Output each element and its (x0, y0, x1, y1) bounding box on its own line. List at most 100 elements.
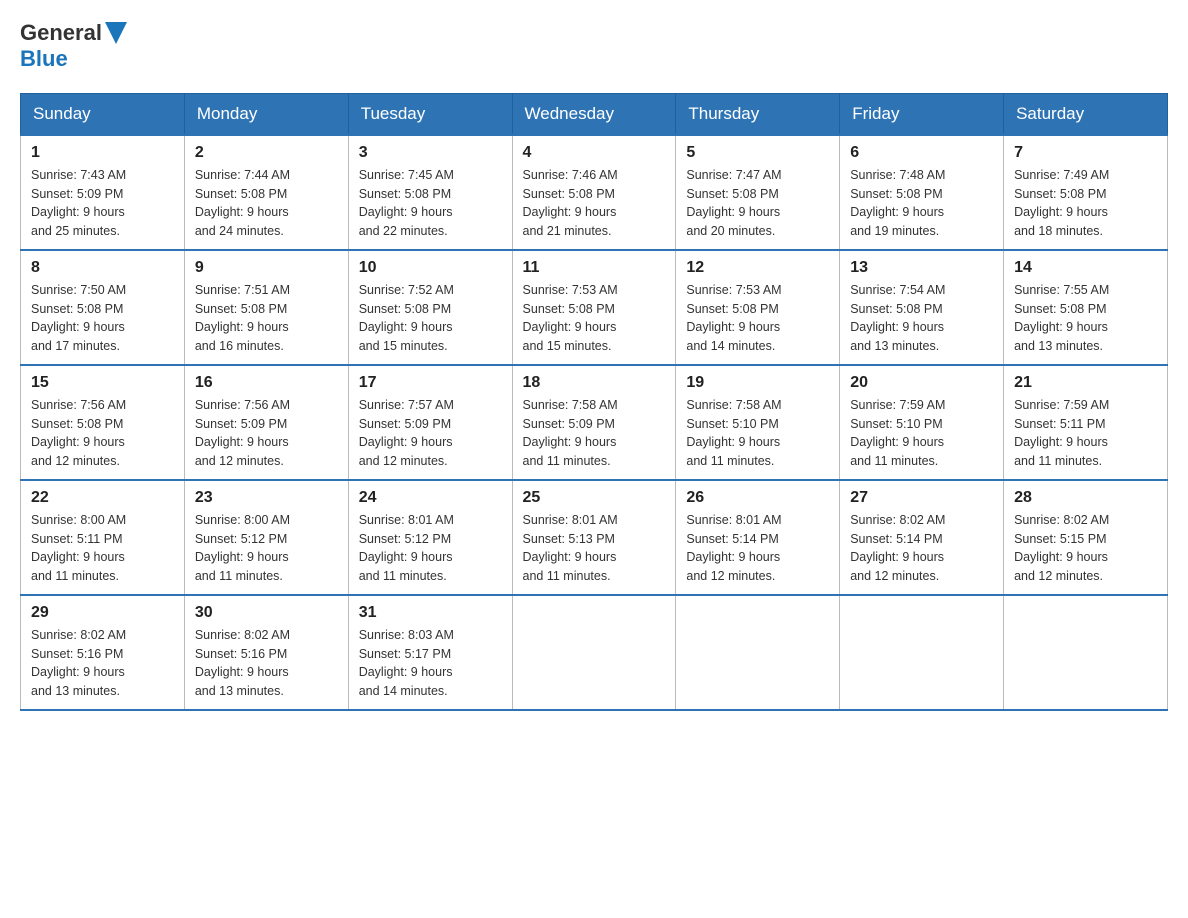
day-number: 15 (31, 374, 174, 392)
day-info: Sunrise: 7:58 AM Sunset: 5:09 PM Dayligh… (523, 396, 666, 471)
day-number: 25 (523, 489, 666, 507)
day-number: 4 (523, 144, 666, 162)
calendar-cell (1004, 595, 1168, 710)
day-info: Sunrise: 7:51 AM Sunset: 5:08 PM Dayligh… (195, 281, 338, 356)
calendar-week-row: 29 Sunrise: 8:02 AM Sunset: 5:16 PM Dayl… (21, 595, 1168, 710)
calendar-header-thursday: Thursday (676, 93, 840, 135)
day-info: Sunrise: 8:01 AM Sunset: 5:13 PM Dayligh… (523, 511, 666, 586)
calendar-cell (840, 595, 1004, 710)
day-info: Sunrise: 7:47 AM Sunset: 5:08 PM Dayligh… (686, 166, 829, 241)
day-info: Sunrise: 7:55 AM Sunset: 5:08 PM Dayligh… (1014, 281, 1157, 356)
day-info: Sunrise: 8:00 AM Sunset: 5:11 PM Dayligh… (31, 511, 174, 586)
calendar-week-row: 15 Sunrise: 7:56 AM Sunset: 5:08 PM Dayl… (21, 365, 1168, 480)
calendar-table: SundayMondayTuesdayWednesdayThursdayFrid… (20, 93, 1168, 711)
calendar-cell: 14 Sunrise: 7:55 AM Sunset: 5:08 PM Dayl… (1004, 250, 1168, 365)
logo-text-blue: Blue (20, 46, 68, 71)
calendar-cell: 2 Sunrise: 7:44 AM Sunset: 5:08 PM Dayli… (184, 135, 348, 250)
calendar-cell (512, 595, 676, 710)
day-number: 18 (523, 374, 666, 392)
calendar-header-saturday: Saturday (1004, 93, 1168, 135)
day-info: Sunrise: 7:58 AM Sunset: 5:10 PM Dayligh… (686, 396, 829, 471)
day-info: Sunrise: 7:48 AM Sunset: 5:08 PM Dayligh… (850, 166, 993, 241)
calendar-cell: 16 Sunrise: 7:56 AM Sunset: 5:09 PM Dayl… (184, 365, 348, 480)
calendar-cell: 1 Sunrise: 7:43 AM Sunset: 5:09 PM Dayli… (21, 135, 185, 250)
day-info: Sunrise: 8:01 AM Sunset: 5:14 PM Dayligh… (686, 511, 829, 586)
day-info: Sunrise: 7:56 AM Sunset: 5:08 PM Dayligh… (31, 396, 174, 471)
day-number: 16 (195, 374, 338, 392)
calendar-cell: 22 Sunrise: 8:00 AM Sunset: 5:11 PM Dayl… (21, 480, 185, 595)
day-info: Sunrise: 8:03 AM Sunset: 5:17 PM Dayligh… (359, 626, 502, 701)
calendar-header-wednesday: Wednesday (512, 93, 676, 135)
day-info: Sunrise: 7:50 AM Sunset: 5:08 PM Dayligh… (31, 281, 174, 356)
day-number: 31 (359, 604, 502, 622)
calendar-cell: 17 Sunrise: 7:57 AM Sunset: 5:09 PM Dayl… (348, 365, 512, 480)
day-info: Sunrise: 8:02 AM Sunset: 5:14 PM Dayligh… (850, 511, 993, 586)
calendar-week-row: 1 Sunrise: 7:43 AM Sunset: 5:09 PM Dayli… (21, 135, 1168, 250)
logo: General Blue (20, 20, 127, 73)
calendar-cell: 11 Sunrise: 7:53 AM Sunset: 5:08 PM Dayl… (512, 250, 676, 365)
day-number: 24 (359, 489, 502, 507)
calendar-cell: 20 Sunrise: 7:59 AM Sunset: 5:10 PM Dayl… (840, 365, 1004, 480)
calendar-cell: 10 Sunrise: 7:52 AM Sunset: 5:08 PM Dayl… (348, 250, 512, 365)
calendar-cell: 13 Sunrise: 7:54 AM Sunset: 5:08 PM Dayl… (840, 250, 1004, 365)
day-info: Sunrise: 7:44 AM Sunset: 5:08 PM Dayligh… (195, 166, 338, 241)
calendar-header-friday: Friday (840, 93, 1004, 135)
day-number: 30 (195, 604, 338, 622)
day-info: Sunrise: 7:43 AM Sunset: 5:09 PM Dayligh… (31, 166, 174, 241)
calendar-cell: 7 Sunrise: 7:49 AM Sunset: 5:08 PM Dayli… (1004, 135, 1168, 250)
calendar-cell: 15 Sunrise: 7:56 AM Sunset: 5:08 PM Dayl… (21, 365, 185, 480)
calendar-cell: 25 Sunrise: 8:01 AM Sunset: 5:13 PM Dayl… (512, 480, 676, 595)
day-info: Sunrise: 7:57 AM Sunset: 5:09 PM Dayligh… (359, 396, 502, 471)
day-number: 10 (359, 259, 502, 277)
logo-text-general: General (20, 20, 102, 46)
day-number: 20 (850, 374, 993, 392)
day-info: Sunrise: 7:56 AM Sunset: 5:09 PM Dayligh… (195, 396, 338, 471)
day-number: 29 (31, 604, 174, 622)
calendar-cell: 5 Sunrise: 7:47 AM Sunset: 5:08 PM Dayli… (676, 135, 840, 250)
calendar-header-tuesday: Tuesday (348, 93, 512, 135)
day-number: 12 (686, 259, 829, 277)
day-number: 19 (686, 374, 829, 392)
day-info: Sunrise: 7:45 AM Sunset: 5:08 PM Dayligh… (359, 166, 502, 241)
calendar-cell: 4 Sunrise: 7:46 AM Sunset: 5:08 PM Dayli… (512, 135, 676, 250)
day-info: Sunrise: 8:02 AM Sunset: 5:15 PM Dayligh… (1014, 511, 1157, 586)
day-number: 6 (850, 144, 993, 162)
day-number: 17 (359, 374, 502, 392)
page-header: General Blue (20, 20, 1168, 73)
calendar-cell: 31 Sunrise: 8:03 AM Sunset: 5:17 PM Dayl… (348, 595, 512, 710)
day-number: 27 (850, 489, 993, 507)
calendar-cell (676, 595, 840, 710)
calendar-cell: 6 Sunrise: 7:48 AM Sunset: 5:08 PM Dayli… (840, 135, 1004, 250)
day-info: Sunrise: 7:52 AM Sunset: 5:08 PM Dayligh… (359, 281, 502, 356)
calendar-cell: 28 Sunrise: 8:02 AM Sunset: 5:15 PM Dayl… (1004, 480, 1168, 595)
day-info: Sunrise: 8:00 AM Sunset: 5:12 PM Dayligh… (195, 511, 338, 586)
day-number: 7 (1014, 144, 1157, 162)
calendar-cell: 19 Sunrise: 7:58 AM Sunset: 5:10 PM Dayl… (676, 365, 840, 480)
logo-triangle-icon (105, 22, 127, 44)
day-number: 23 (195, 489, 338, 507)
calendar-cell: 8 Sunrise: 7:50 AM Sunset: 5:08 PM Dayli… (21, 250, 185, 365)
day-number: 21 (1014, 374, 1157, 392)
calendar-week-row: 22 Sunrise: 8:00 AM Sunset: 5:11 PM Dayl… (21, 480, 1168, 595)
day-number: 11 (523, 259, 666, 277)
calendar-cell: 23 Sunrise: 8:00 AM Sunset: 5:12 PM Dayl… (184, 480, 348, 595)
calendar-cell: 30 Sunrise: 8:02 AM Sunset: 5:16 PM Dayl… (184, 595, 348, 710)
day-info: Sunrise: 7:53 AM Sunset: 5:08 PM Dayligh… (686, 281, 829, 356)
calendar-header-row: SundayMondayTuesdayWednesdayThursdayFrid… (21, 93, 1168, 135)
calendar-cell: 18 Sunrise: 7:58 AM Sunset: 5:09 PM Dayl… (512, 365, 676, 480)
day-number: 22 (31, 489, 174, 507)
day-info: Sunrise: 7:49 AM Sunset: 5:08 PM Dayligh… (1014, 166, 1157, 241)
day-number: 2 (195, 144, 338, 162)
day-number: 8 (31, 259, 174, 277)
day-number: 14 (1014, 259, 1157, 277)
day-info: Sunrise: 7:54 AM Sunset: 5:08 PM Dayligh… (850, 281, 993, 356)
day-info: Sunrise: 7:59 AM Sunset: 5:11 PM Dayligh… (1014, 396, 1157, 471)
day-info: Sunrise: 8:02 AM Sunset: 5:16 PM Dayligh… (31, 626, 174, 701)
day-number: 5 (686, 144, 829, 162)
day-info: Sunrise: 7:53 AM Sunset: 5:08 PM Dayligh… (523, 281, 666, 356)
day-number: 28 (1014, 489, 1157, 507)
day-info: Sunrise: 7:59 AM Sunset: 5:10 PM Dayligh… (850, 396, 993, 471)
calendar-cell: 26 Sunrise: 8:01 AM Sunset: 5:14 PM Dayl… (676, 480, 840, 595)
calendar-cell: 24 Sunrise: 8:01 AM Sunset: 5:12 PM Dayl… (348, 480, 512, 595)
calendar-cell: 27 Sunrise: 8:02 AM Sunset: 5:14 PM Dayl… (840, 480, 1004, 595)
